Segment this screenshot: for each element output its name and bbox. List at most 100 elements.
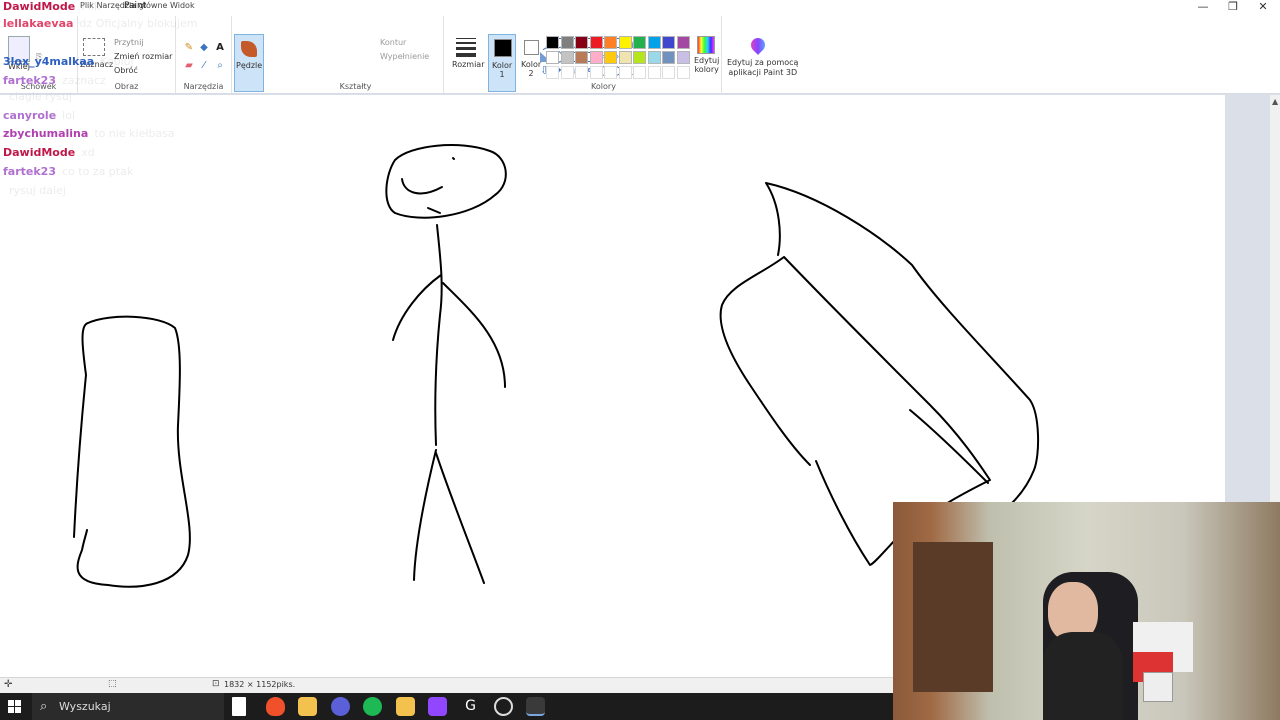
palette-swatch[interactable] bbox=[560, 51, 574, 64]
chat-text: Kopiuj bbox=[100, 55, 134, 68]
custom-palette-swatch[interactable] bbox=[546, 66, 559, 79]
palette-swatch[interactable] bbox=[662, 36, 675, 49]
custom-palette-swatch[interactable] bbox=[647, 66, 661, 79]
folder-icon[interactable] bbox=[298, 697, 317, 716]
palette-swatch[interactable] bbox=[618, 36, 632, 49]
chat-text: dz Oficjalny blokujem bbox=[79, 17, 198, 30]
palette-swatch[interactable] bbox=[546, 36, 559, 49]
custom-palette-swatch[interactable] bbox=[575, 66, 588, 79]
start-button[interactable] bbox=[8, 700, 22, 714]
close-button[interactable]: ✕ bbox=[1248, 0, 1278, 16]
pencil-icon[interactable]: ✎ bbox=[183, 42, 195, 54]
title-bar: Plik Narzędzia główne Widok Paint — ❐ ✕ bbox=[0, 0, 1280, 16]
palette-swatch[interactable] bbox=[575, 51, 588, 64]
palette-swatch[interactable] bbox=[546, 51, 559, 64]
windows-icon bbox=[8, 700, 22, 713]
chat-message: canyrole lol bbox=[3, 109, 75, 122]
chat-username: DawidMode bbox=[3, 0, 76, 13]
color-palette bbox=[546, 36, 696, 84]
palette-swatch[interactable] bbox=[647, 36, 661, 49]
colors-group: Kolor 1 Kolor 2 Edytuj kolory Kolory bbox=[486, 16, 722, 94]
brushes-button[interactable]: Pędzle bbox=[234, 34, 264, 92]
size-button[interactable]: Rozmiar bbox=[452, 36, 485, 94]
edit-colors-label: Edytuj kolory bbox=[694, 56, 720, 74]
stickman-right-arm bbox=[442, 282, 506, 388]
scroll-up-icon[interactable]: ▲ bbox=[1272, 97, 1278, 106]
palette-swatch[interactable] bbox=[676, 36, 690, 49]
magnifier-icon[interactable]: ⌕ bbox=[214, 60, 226, 72]
brave-icon[interactable] bbox=[266, 697, 285, 716]
colors-group-label: Kolory bbox=[591, 82, 616, 91]
palette-swatch[interactable] bbox=[589, 36, 603, 49]
selection-size-icon: ⬚ bbox=[108, 679, 117, 689]
twitch-icon[interactable] bbox=[428, 697, 447, 716]
chat-text: Plik bbox=[81, 0, 101, 13]
stickman-mouth-line bbox=[427, 207, 441, 214]
image-dimensions: 1832 × 1152piks. bbox=[224, 680, 296, 689]
text-icon[interactable]: A bbox=[214, 42, 226, 54]
paint-icon[interactable] bbox=[526, 697, 545, 716]
search-placeholder: Wyszukaj bbox=[59, 700, 111, 713]
custom-palette-swatch[interactable] bbox=[560, 66, 574, 79]
palette-swatch[interactable] bbox=[676, 51, 690, 64]
taskbar-search-box[interactable]: ⌕ Wyszukaj bbox=[32, 693, 224, 720]
spotify-icon[interactable] bbox=[363, 697, 382, 716]
stickman-smile bbox=[401, 178, 443, 195]
eraser-icon[interactable]: ▰ bbox=[183, 60, 195, 72]
chat-text: zaznacz bbox=[61, 74, 106, 87]
sausage-drawing bbox=[73, 315, 191, 588]
palette-swatch[interactable] bbox=[560, 36, 574, 49]
palette-swatch[interactable] bbox=[647, 51, 661, 64]
chat-message: fartek23 zaznacz bbox=[3, 74, 106, 87]
outline-label[interactable]: Kontur bbox=[380, 38, 406, 47]
messenger-icon[interactable] bbox=[331, 697, 350, 716]
paint3d-button[interactable]: Edytuj za pomocą aplikacji Paint 3D bbox=[724, 34, 798, 92]
chat-username: fartek23 bbox=[3, 165, 56, 178]
chat-message: zbychumalina to nie kiełbasa bbox=[3, 127, 175, 140]
color1-label: Kolor 1 bbox=[492, 61, 513, 79]
custom-palette-swatch[interactable] bbox=[676, 66, 690, 79]
palette-swatch[interactable] bbox=[575, 36, 588, 49]
chat-text: ciagle rysuj bbox=[9, 90, 72, 103]
chat-text: lol bbox=[62, 109, 76, 122]
cursor-position-icon: ✛ bbox=[4, 679, 13, 690]
webcam-overlay bbox=[893, 502, 1280, 720]
file-icon[interactable] bbox=[232, 697, 246, 716]
palette-swatch[interactable] bbox=[618, 51, 632, 64]
palette-swatch[interactable] bbox=[633, 51, 646, 64]
obs-icon[interactable] bbox=[494, 697, 513, 716]
palette-swatch[interactable] bbox=[633, 36, 646, 49]
stickman-right-leg bbox=[435, 452, 485, 584]
crop-label[interactable]: Przytnij bbox=[114, 38, 144, 47]
chat-message: fartek23 co to za ptak bbox=[3, 165, 133, 178]
window-title: Paint bbox=[124, 1, 147, 11]
fill-icon[interactable]: ◆ bbox=[198, 42, 210, 54]
color1-swatch bbox=[494, 39, 512, 57]
brush-icon bbox=[241, 41, 257, 57]
chat-message: DawidMode Plik bbox=[3, 0, 100, 13]
stickman-head bbox=[385, 144, 507, 219]
size-lines-icon bbox=[456, 38, 476, 57]
chat-username: zbychumalina bbox=[3, 127, 89, 140]
explorer-icon[interactable] bbox=[396, 697, 415, 716]
chat-text: co to za ptak bbox=[61, 165, 134, 178]
minimize-button[interactable]: — bbox=[1188, 0, 1218, 16]
logitech-icon[interactable]: G bbox=[461, 697, 480, 716]
fill-label[interactable]: Wypełnienie bbox=[380, 52, 429, 61]
custom-palette-swatch[interactable] bbox=[662, 66, 675, 79]
palette-swatch[interactable] bbox=[604, 36, 617, 49]
custom-palette-swatch[interactable] bbox=[589, 66, 603, 79]
color-picker-icon[interactable]: ⁄ bbox=[198, 60, 210, 72]
palette-swatch[interactable] bbox=[589, 51, 603, 64]
chat-username: fartek23 bbox=[3, 74, 56, 87]
maximize-button[interactable]: ❐ bbox=[1218, 0, 1248, 16]
edit-colors-button[interactable]: Edytuj kolory bbox=[692, 36, 720, 76]
custom-palette-swatch[interactable] bbox=[604, 66, 617, 79]
custom-palette-swatch[interactable] bbox=[618, 66, 632, 79]
brushes-label: Pędzle bbox=[236, 61, 263, 70]
palette-swatch[interactable] bbox=[662, 51, 675, 64]
custom-palette-swatch[interactable] bbox=[633, 66, 646, 79]
select-button[interactable] bbox=[83, 38, 105, 56]
shapes-group-label: Kształty bbox=[339, 82, 372, 91]
palette-swatch[interactable] bbox=[604, 51, 617, 64]
